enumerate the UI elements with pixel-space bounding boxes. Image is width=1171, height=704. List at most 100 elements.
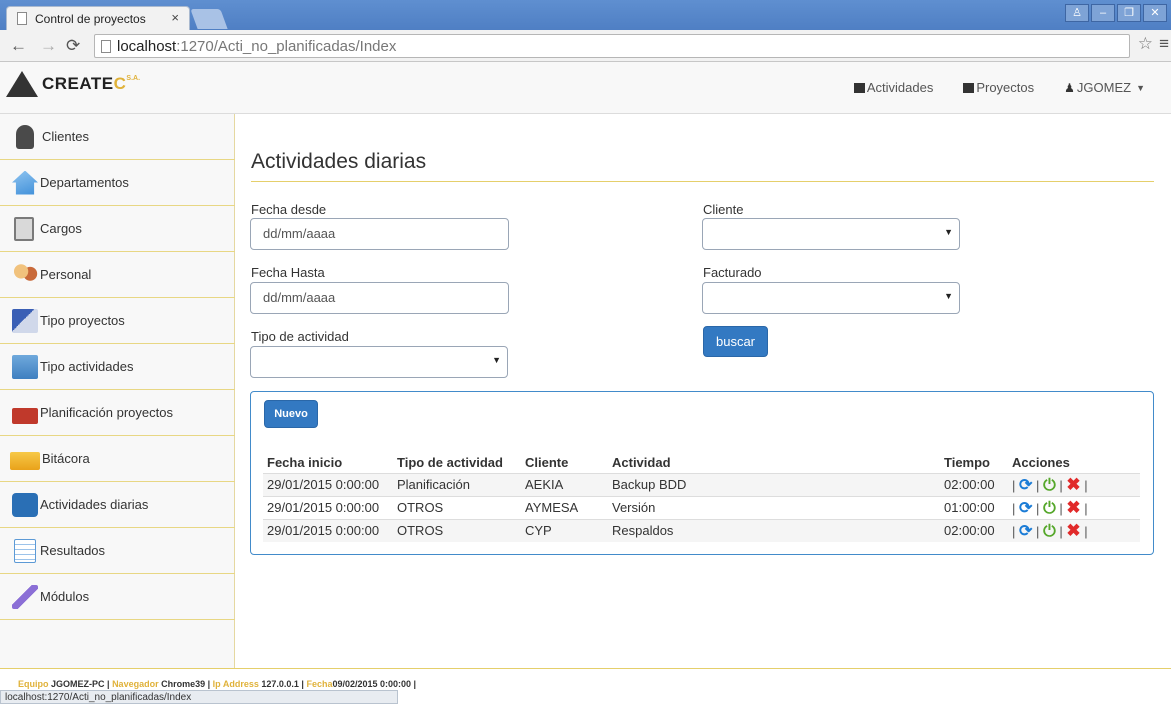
sidebar-item-label: Tipo actividades [40,359,134,374]
separator: | [1084,500,1088,516]
forward-icon[interactable]: → [40,36,57,56]
cell-actividad: Respaldos [608,518,940,542]
close-icon[interactable]: × [171,10,179,25]
cliente-select[interactable]: ▼ [702,218,960,250]
buscar-button[interactable]: buscar [703,326,768,357]
tab-title: Control de proyectos [35,12,146,26]
delete-icon[interactable]: ✖ [1066,521,1080,540]
table-row: 29/01/2015 0:00:00 OTROS AYMESA Versión … [263,495,1140,519]
maximize-icon[interactable]: ❐ [1117,4,1141,22]
cell-cliente: AYMESA [521,495,608,519]
cell-fecha-inicio: 29/01/2015 0:00:00 [263,472,393,496]
tipo-actividad-select[interactable]: ▼ [250,346,508,378]
user-icon: ♟ [1064,80,1075,95]
browser-status-bar: localhost:1270/Acti_no_planificadas/Inde… [0,690,398,704]
user-icon[interactable]: ♙ [1065,4,1089,22]
footer-value: JGOMEZ-PC | [51,679,110,689]
page-title: Actividades diarias [251,150,427,173]
separator: | [1036,523,1040,539]
nuevo-button[interactable]: Nuevo [264,400,318,428]
url-text: localhost:1270/Acti_no_planificadas/Inde… [117,38,397,55]
logo-text: CREATEC [42,74,127,93]
refresh-icon[interactable]: ⟳ [1019,523,1032,540]
pen-icon [12,308,38,333]
dropdown-arrow-icon: ▼ [944,291,953,301]
sidebar-item-label: Departamentos [40,175,129,190]
sidebar-item-actividades-diarias[interactable]: Actividades diarias [0,482,235,528]
power-icon[interactable]: ⏻ [1043,477,1056,494]
sidebar-item-departamentos[interactable]: Departamentos [0,160,235,206]
browser-titlebar: Control de proyectos × ♙ – ❐ ✕ [0,0,1171,30]
logo-suffix: S.A. [126,74,141,82]
spreadsheet-icon [14,538,36,563]
sidebar-item-tipo-actividades[interactable]: Tipo actividades [0,344,235,390]
folder-icon [963,82,975,93]
address-bar[interactable]: localhost:1270/Acti_no_planificadas/Inde… [94,34,1130,58]
minimize-icon[interactable]: – [1091,4,1115,22]
separator: | [1059,523,1063,539]
sidebar-item-planificacion-proyectos[interactable]: Planificación proyectos [0,390,235,436]
cell-fecha-inicio: 29/01/2015 0:00:00 [263,495,393,519]
tipo-actividad-label: Tipo de actividad [251,329,349,344]
cliente-label: Cliente [703,202,744,217]
column-header[interactable]: Fecha inicio [263,453,393,474]
nav-actividades[interactable]: Actividades [853,80,933,95]
logo[interactable]: CREATEC S.A. [6,66,140,102]
menu-icon[interactable]: ≡ [1159,34,1169,54]
column-header[interactable]: Cliente [521,453,608,474]
column-header[interactable]: Tiempo [940,453,1008,474]
new-tab-button[interactable] [190,9,228,29]
browser-tab[interactable]: Control de proyectos × [6,6,190,30]
cell-cliente: AEKIA [521,472,608,496]
cell-tiempo: 02:00:00 [940,518,1008,542]
separator: | [1084,477,1088,493]
user-name: JGOMEZ [1076,80,1132,95]
separator: | [1059,477,1063,493]
refresh-icon[interactable]: ⟳ [1019,477,1032,494]
separator: | [1084,523,1088,539]
sidebar-item-resultados[interactable]: Resultados [0,528,235,574]
sidebar-item-clientes[interactable]: Clientes [0,114,235,160]
sidebar-item-bitacora[interactable]: Bitácora [0,436,235,482]
sidebar-item-personal[interactable]: Personal [0,252,235,298]
sidebar-item-tipo-proyectos[interactable]: Tipo proyectos [0,298,235,344]
page-icon [101,40,111,53]
row-actions: | ⟳ | ⏻ | ✖ | [1008,518,1140,542]
logo-mark-icon [6,71,38,97]
cell-tipo-actividad: OTROS [393,495,521,519]
separator: | [1059,500,1063,516]
delete-icon[interactable]: ✖ [1066,475,1080,494]
power-icon[interactable]: ⏻ [1043,500,1056,517]
bookmark-star-icon[interactable]: ☆ [1138,34,1153,54]
caret-down-icon: ▼ [1136,82,1145,93]
close-window-icon[interactable]: ✕ [1143,4,1167,22]
separator: | [1012,523,1016,539]
dropdown-arrow-icon: ▼ [944,227,953,237]
sidebar-item-label: Actividades diarias [40,497,149,512]
nav-proyectos[interactable]: Proyectos [963,80,1034,95]
sidebar-item-cargos[interactable]: Cargos [0,206,235,252]
footer-value: 09/02/2015 0:00:00 | [332,679,417,689]
cell-tiempo: 01:00:00 [940,495,1008,519]
fecha-desde-input[interactable]: dd/mm/aaaa [250,218,509,250]
sidebar-item-modulos[interactable]: Módulos [0,574,235,620]
reload-icon[interactable]: ⟳ [66,36,80,56]
separator: | [1036,477,1040,493]
toolbox-icon [12,407,38,424]
back-icon[interactable]: ← [10,36,27,56]
column-header[interactable]: Actividad [608,453,940,474]
facturado-select[interactable]: ▼ [702,282,960,314]
sidebar-item-label: Personal [40,267,92,282]
browser-toolbar: ← → ⟳ localhost:1270/Acti_no_planificada… [0,30,1171,62]
column-header[interactable]: Tipo de actividad [393,453,521,474]
cell-actividad: Backup BDD [608,472,940,496]
delete-icon[interactable]: ✖ [1066,498,1080,517]
refresh-icon[interactable]: ⟳ [1019,500,1032,517]
footer-key: Ip Address [212,679,259,689]
power-icon[interactable]: ⏻ [1043,523,1056,540]
user-menu[interactable]: ♟ JGOMEZ ▼ [1064,80,1145,95]
sidebar: Clientes Departamentos Cargos Personal T… [0,114,235,669]
separator: | [1012,477,1016,493]
folder-icon [12,354,38,379]
fecha-hasta-input[interactable]: dd/mm/aaaa [250,282,509,314]
